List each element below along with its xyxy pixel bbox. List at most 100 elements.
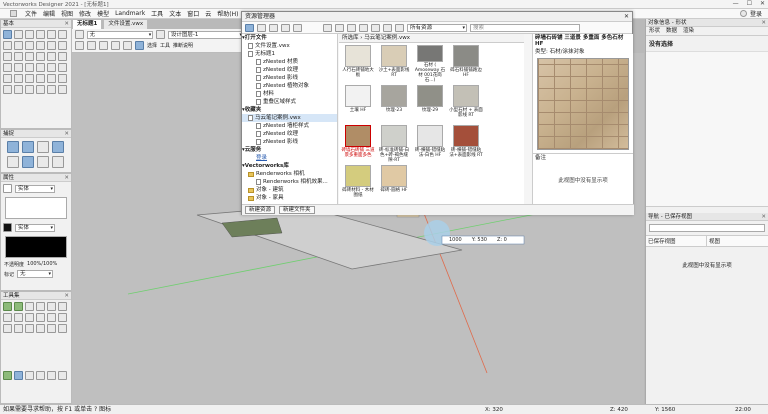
tab-untitled1[interactable]: 无标题1 xyxy=(72,19,103,29)
close-icon[interactable]: ✕ xyxy=(624,12,629,22)
tree-section-favorites[interactable]: ▾ 收藏夹 xyxy=(242,106,337,114)
tree-section-vw-libraries[interactable]: ▾ Vectorworks库 xyxy=(242,162,337,170)
split-tool-icon[interactable] xyxy=(3,74,12,83)
resource-tile[interactable]: 土壤 HF xyxy=(341,85,375,123)
snap-smart-point-icon[interactable] xyxy=(22,156,34,168)
tree-item[interactable]: 重叠区域样式 xyxy=(242,98,337,106)
pad-tool-icon[interactable] xyxy=(14,313,23,322)
up-folder-icon[interactable] xyxy=(347,23,356,32)
render-mode-icon[interactable] xyxy=(99,41,108,50)
camera-tool-icon[interactable] xyxy=(36,371,45,380)
close-icon[interactable]: ✕ xyxy=(64,292,69,300)
view-top-icon[interactable] xyxy=(75,41,84,50)
menu-tools[interactable]: 工具 xyxy=(151,9,163,18)
breadcrumb-file[interactable]: 马云笔记案例.vwx xyxy=(364,35,410,41)
roadway-tool-icon[interactable] xyxy=(25,313,34,322)
trim-tool-icon[interactable] xyxy=(14,74,23,83)
close-icon[interactable]: ✕ xyxy=(761,213,766,221)
menu-model[interactable]: 模型 xyxy=(97,9,109,18)
resource-tile[interactable]: 砖-横铺-错缝粘法-白色 HF xyxy=(413,125,447,163)
resource-tile-selected[interactable]: 砖墙石砖铺 三道景多重面多色 xyxy=(341,125,375,163)
close-icon[interactable]: ✕ xyxy=(761,19,766,27)
menu-landmark[interactable]: Landmark xyxy=(115,10,145,17)
marker-select[interactable]: 无 xyxy=(17,270,54,278)
nav-col-saved-view[interactable]: 已保存视图 xyxy=(646,236,707,246)
navigation-search-input[interactable] xyxy=(649,224,765,232)
clip-tool-icon[interactable] xyxy=(25,74,34,83)
arc-tool-icon[interactable] xyxy=(3,52,12,61)
maximize-button[interactable]: ☐ xyxy=(747,0,752,7)
new-resource-button[interactable]: 新建资源 xyxy=(245,206,276,214)
menu-window[interactable]: 窗口 xyxy=(187,9,199,18)
layer-select[interactable]: 设计图层-1 xyxy=(167,30,244,39)
resource-tile[interactable]: 人行石砖铺地大板 xyxy=(341,45,375,83)
graphics-tool-icon[interactable] xyxy=(58,371,67,380)
cloud-icon[interactable] xyxy=(281,23,290,32)
protractor-tool-icon[interactable] xyxy=(58,85,67,94)
class-select[interactable]: 无 xyxy=(86,30,154,39)
roof-tool-icon[interactable] xyxy=(58,324,67,333)
resource-tile[interactable]: 沙土+表面影线 RT xyxy=(377,45,411,83)
tree-item[interactable]: zNested 墙柜样式 xyxy=(242,122,337,130)
door-tool-icon[interactable] xyxy=(25,324,34,333)
massing-tool-icon[interactable] xyxy=(14,302,23,311)
rectangle-tool-icon[interactable] xyxy=(25,41,34,50)
slab-tool-icon[interactable] xyxy=(14,324,23,333)
resource-tile[interactable]: 碎石料铺铺路边 HF xyxy=(449,45,483,83)
parking-tool-icon[interactable] xyxy=(36,313,45,322)
polyline-tool-icon[interactable] xyxy=(36,52,45,61)
snap-smart-edge-icon[interactable] xyxy=(37,156,49,168)
working-plane-icon[interactable] xyxy=(123,41,132,50)
double-line-tool-icon[interactable] xyxy=(58,52,67,61)
zoom-tool-icon[interactable] xyxy=(36,30,45,39)
menu-file[interactable]: 文件 xyxy=(25,9,37,18)
symbol-tool-icon[interactable] xyxy=(36,85,45,94)
resource-search-input[interactable]: 搜索 xyxy=(470,23,580,32)
eyedropper-tool-icon[interactable] xyxy=(47,74,56,83)
snap-grid-icon[interactable] xyxy=(7,141,19,153)
light-tool-icon[interactable] xyxy=(25,371,34,380)
menu-help[interactable]: 帮助(H) xyxy=(217,9,238,18)
mode-tool-label[interactable]: 工具 xyxy=(160,42,170,49)
menu-cloud[interactable]: 云 xyxy=(205,9,211,18)
fillet-tool-icon[interactable] xyxy=(25,63,34,72)
resource-tile[interactable]: 砖-标准砖铺-白色+砖-褐色缝隙-RT xyxy=(377,125,411,163)
tree-item[interactable]: zNested 纹理 xyxy=(242,130,337,138)
line-tool-icon[interactable] xyxy=(3,41,12,50)
2d-locus-tool-icon[interactable] xyxy=(14,85,23,94)
fence-tool-icon[interactable] xyxy=(47,313,56,322)
quarter-arc-tool-icon[interactable] xyxy=(14,52,23,61)
irrigation-tool-icon[interactable] xyxy=(47,302,56,311)
plant-tool-icon[interactable] xyxy=(3,302,12,311)
resource-type-select[interactable]: 所有资源 xyxy=(407,23,467,32)
close-icon[interactable]: ✕ xyxy=(64,174,69,182)
tree-section-open-files[interactable]: ▾ 打开文件 xyxy=(242,34,337,42)
close-icon[interactable]: ✕ xyxy=(64,20,69,28)
snap-tangent-icon[interactable] xyxy=(52,156,64,168)
tab-file-settings[interactable]: 文件设置.vwx xyxy=(103,19,149,29)
grade-tool-icon[interactable] xyxy=(3,313,12,322)
ground-plane[interactable] xyxy=(196,205,463,270)
resource-tile[interactable]: 砖-横铺-错缝粘法+表面影线 RT xyxy=(449,125,483,163)
home-icon[interactable] xyxy=(245,23,254,32)
visualization-tool-icon[interactable] xyxy=(14,371,23,380)
snap-intersection-icon[interactable] xyxy=(37,141,49,153)
tree-item[interactable]: Renderworks 相机 xyxy=(242,170,337,178)
tape-measure-tool-icon[interactable] xyxy=(47,85,56,94)
oval-tool-icon[interactable] xyxy=(58,41,67,50)
mirror-tool-icon[interactable] xyxy=(47,63,56,72)
tree-item[interactable]: zNested 影线 xyxy=(242,138,337,146)
tree-item-selected[interactable]: 马云笔记案例.vwx xyxy=(242,114,337,122)
opacity-value[interactable]: 100%/100% xyxy=(27,261,57,268)
sort-icon[interactable] xyxy=(383,23,392,32)
resource-tile[interactable]: 石材 ( Amoseway 石材 001花岗石...) xyxy=(413,45,447,83)
snap-distance-icon[interactable] xyxy=(52,141,64,153)
callout-tool-icon[interactable] xyxy=(58,30,67,39)
menu-text[interactable]: 文本 xyxy=(169,9,181,18)
rounded-rect-tool-icon[interactable] xyxy=(36,41,45,50)
pen-swatch[interactable] xyxy=(5,236,67,258)
circle-tool-icon[interactable] xyxy=(47,41,56,50)
fill-style-select[interactable]: 实体 xyxy=(15,184,55,193)
3d-locus-tool-icon[interactable] xyxy=(3,85,12,94)
selection-tool-icon[interactable] xyxy=(3,30,12,39)
